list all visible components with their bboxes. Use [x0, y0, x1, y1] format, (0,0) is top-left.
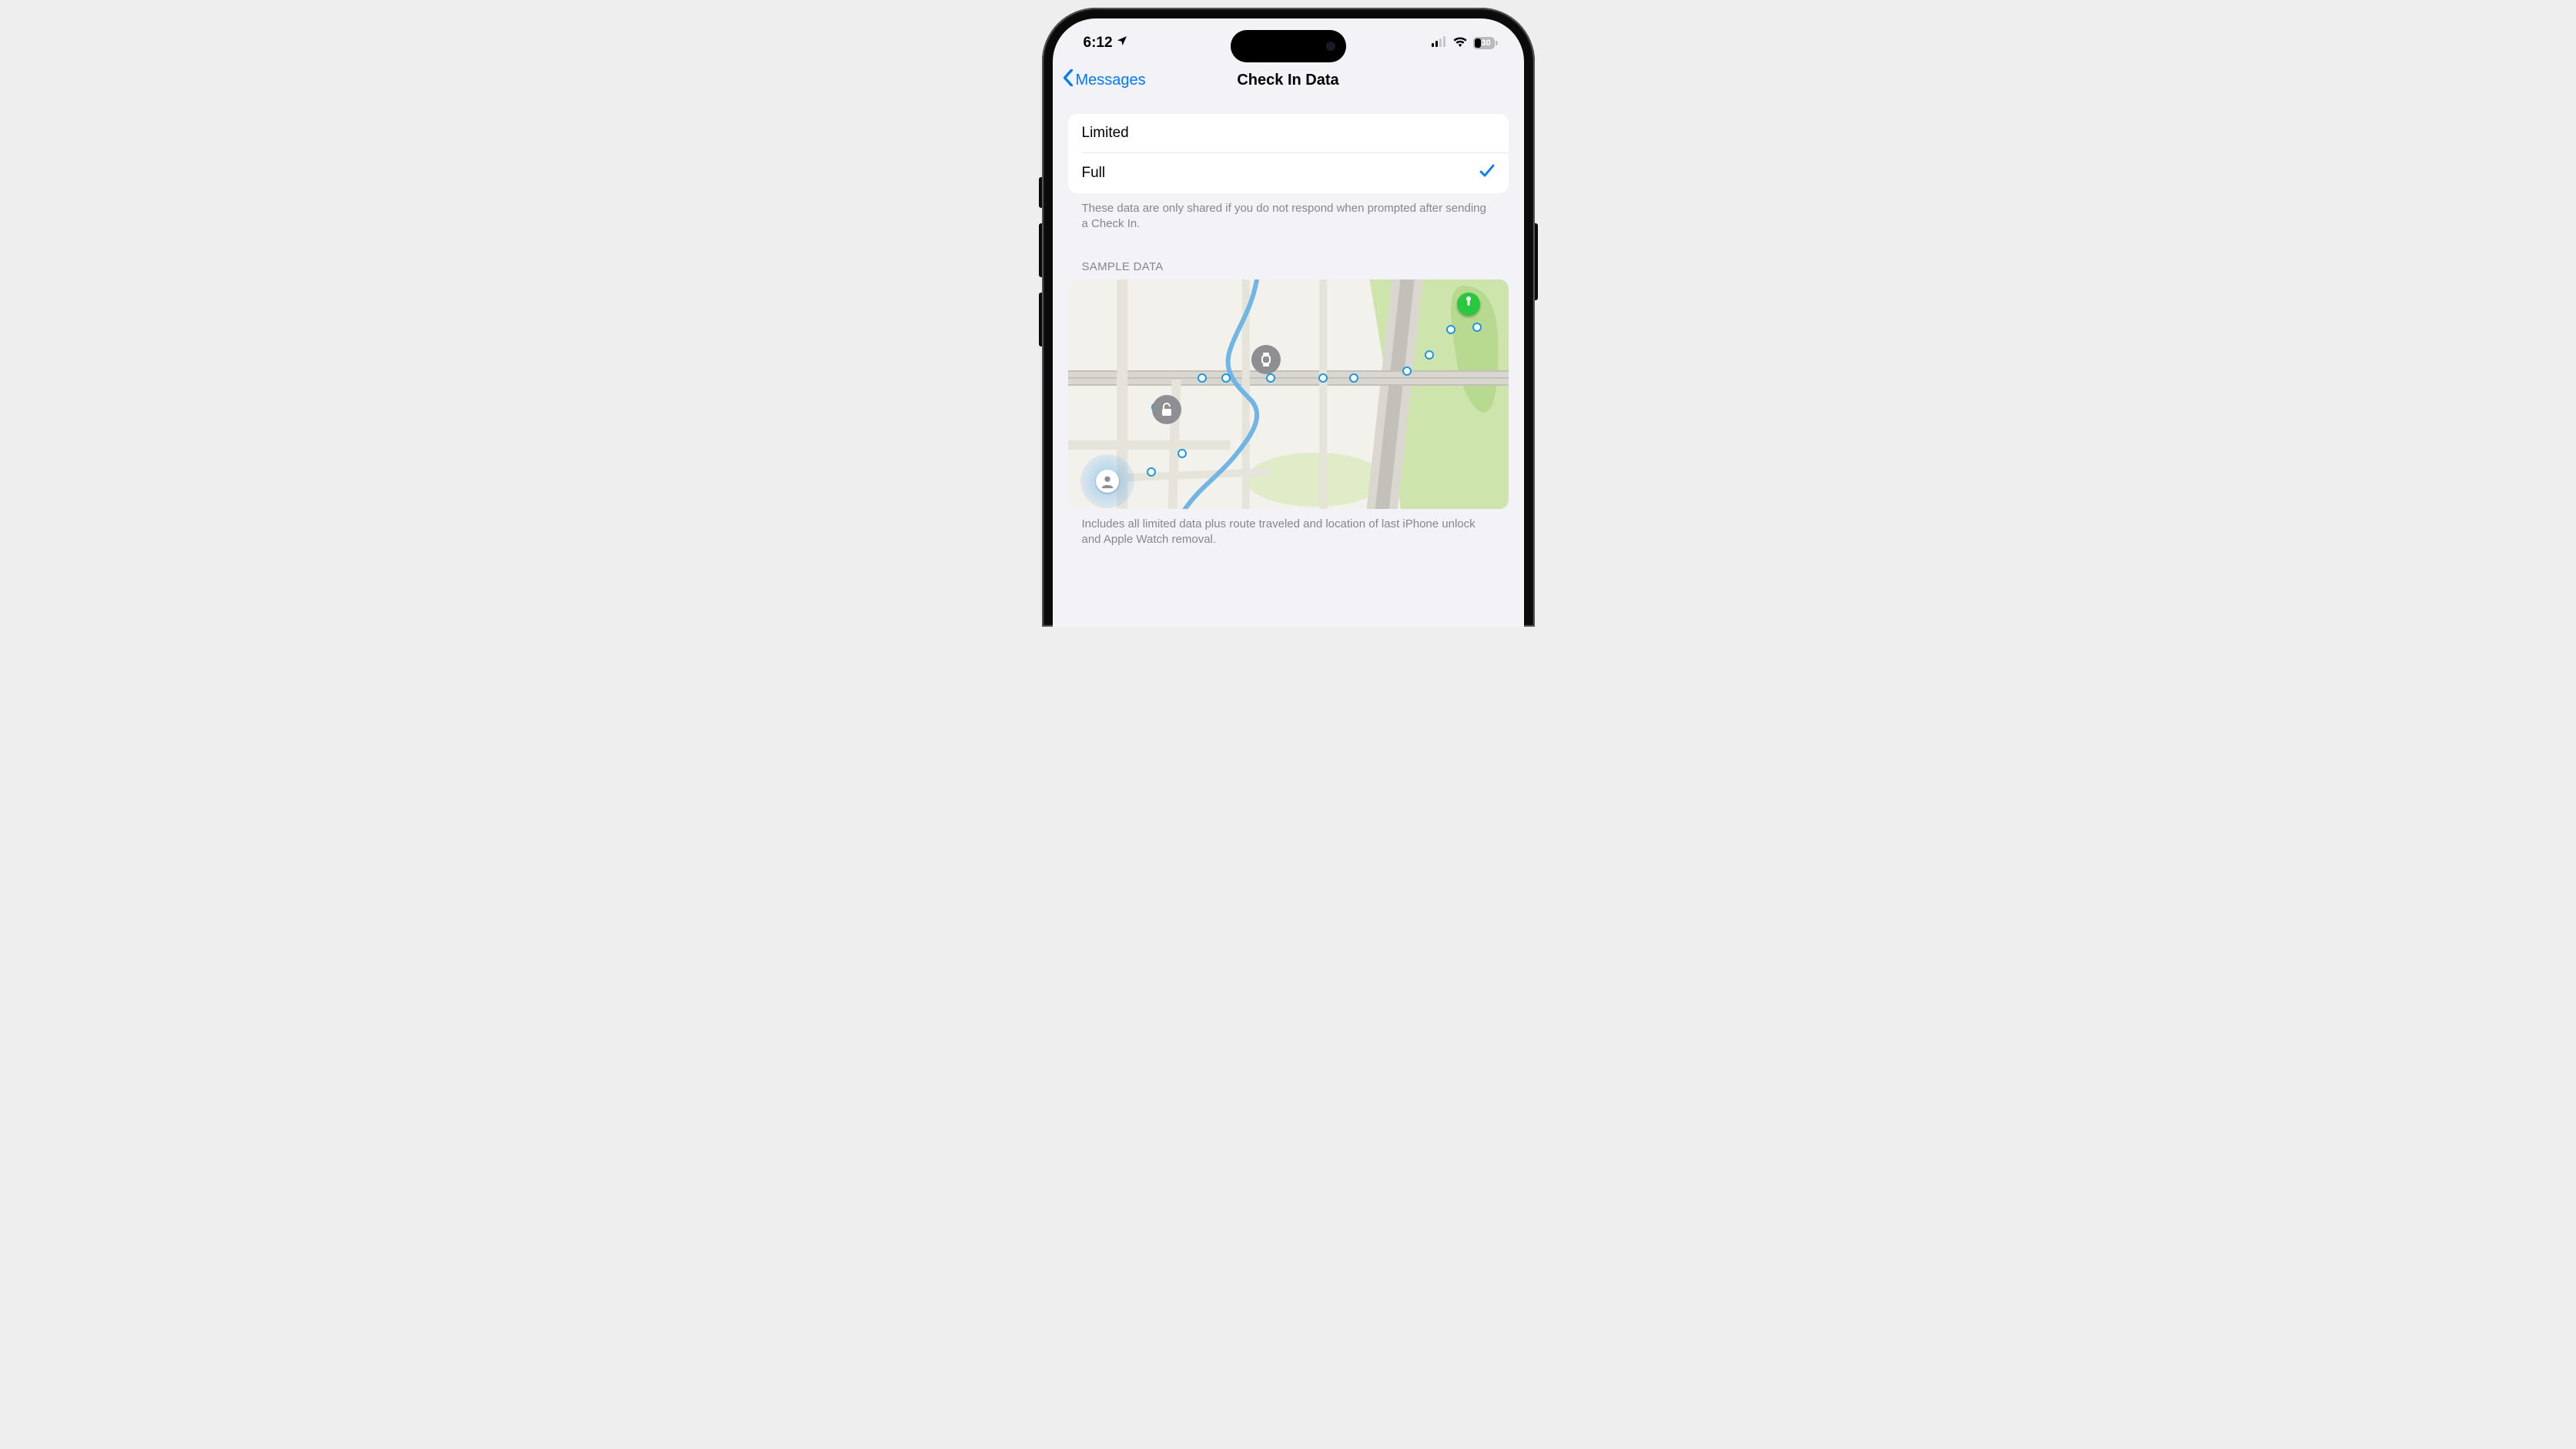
checkmark-icon: [1479, 164, 1495, 182]
status-time: 6:12: [1084, 35, 1113, 52]
route-dot: [1349, 373, 1358, 383]
phone-frame: 6:12: [1042, 8, 1535, 627]
unlock-icon: [1161, 403, 1173, 417]
route-dot: [1318, 373, 1328, 383]
options-footer: These data are only shared if you do not…: [1068, 193, 1509, 233]
current-location: [1080, 454, 1134, 508]
route-dot: [1198, 373, 1207, 383]
route-dot: [1221, 373, 1231, 383]
option-limited-label: Limited: [1082, 125, 1129, 142]
wifi-icon: [1452, 36, 1468, 51]
sample-data-footer: Includes all limited data plus route tra…: [1068, 509, 1509, 548]
option-full-label: Full: [1082, 165, 1106, 182]
location-icon: [1116, 35, 1128, 52]
watch-icon: [1261, 353, 1271, 366]
battery-level: 30: [1482, 38, 1491, 48]
route-dot: [1147, 467, 1156, 477]
sample-map: [1068, 279, 1509, 509]
route-dot: [1402, 366, 1412, 376]
back-button[interactable]: Messages: [1062, 69, 1146, 91]
watch-marker: [1253, 346, 1279, 373]
route-dot: [1472, 323, 1482, 332]
destination-pin: [1457, 293, 1480, 316]
back-label: Messages: [1076, 72, 1146, 89]
route-dot: [1177, 449, 1187, 458]
map-illustration: [1068, 279, 1509, 509]
route-dot: [1425, 350, 1434, 360]
nav-bar: Messages Check In Data: [1053, 62, 1524, 102]
data-sharing-options: Limited Full: [1068, 114, 1509, 193]
user-avatar-icon: [1096, 470, 1119, 493]
option-full[interactable]: Full: [1068, 153, 1509, 193]
battery-icon: 30: [1473, 37, 1498, 49]
option-limited[interactable]: Limited: [1068, 114, 1509, 152]
sample-data-header: SAMPLE DATA: [1068, 233, 1509, 279]
route-dot: [1266, 373, 1275, 383]
dynamic-island: [1231, 30, 1346, 62]
chevron-left-icon: [1062, 69, 1074, 91]
screen: 6:12: [1053, 18, 1524, 627]
phone-side-button-right: [1535, 223, 1538, 300]
route-dot: [1446, 325, 1455, 334]
unlock-marker: [1154, 397, 1180, 423]
cellular-icon: [1432, 36, 1447, 51]
phone-side-buttons-left: [1039, 177, 1042, 362]
